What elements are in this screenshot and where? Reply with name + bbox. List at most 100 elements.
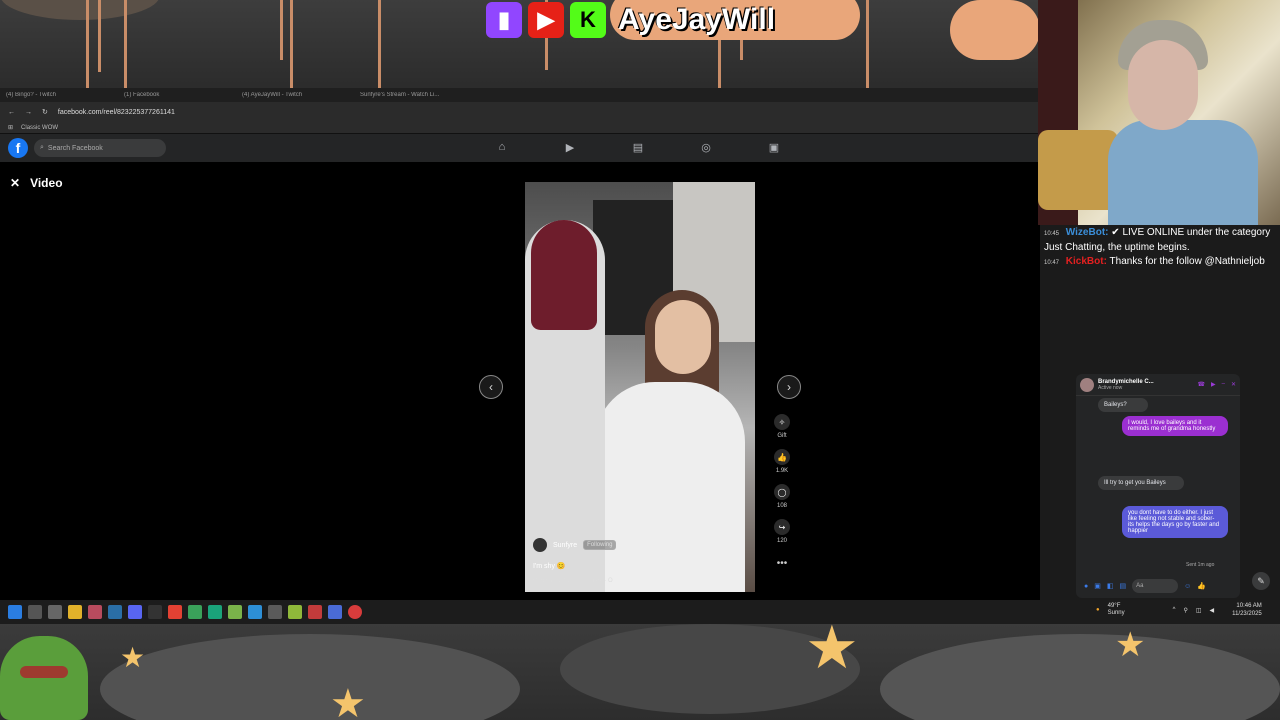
close-icon[interactable]: ✕ xyxy=(1231,381,1236,388)
volume-icon[interactable]: ◀ xyxy=(1210,607,1215,614)
overlay-drip xyxy=(124,0,127,88)
like-count: 1.9K xyxy=(775,468,789,474)
gaming-icon[interactable]: ▣ xyxy=(766,141,782,155)
file-explorer-icon[interactable] xyxy=(68,605,82,619)
mic-icon[interactable]: ● xyxy=(1084,583,1088,590)
back-icon[interactable]: ← xyxy=(8,109,15,116)
browser-tab[interactable]: Sunfyre's Stream - Watch Li... xyxy=(360,92,470,98)
app-icon[interactable] xyxy=(208,605,222,619)
minimize-icon[interactable]: – xyxy=(1222,381,1225,388)
chevron-up-icon[interactable]: ^ xyxy=(1173,607,1176,613)
home-icon[interactable]: ⌂ xyxy=(494,141,510,155)
emoji-icon[interactable]: ☺ xyxy=(1184,583,1191,590)
previous-reel-button[interactable]: ‹ xyxy=(479,375,503,399)
star-icon: ★ xyxy=(1115,626,1146,664)
new-message-button[interactable]: ✎ xyxy=(1252,572,1270,590)
compose-icon: ✎ xyxy=(1257,575,1265,586)
groups-icon[interactable]: ◎ xyxy=(698,141,714,155)
task-view-icon[interactable] xyxy=(48,605,62,619)
marketplace-icon[interactable]: ▤ xyxy=(630,141,646,155)
avatar[interactable] xyxy=(1080,377,1094,392)
messenger-header[interactable]: Brandymichelle C... Active now ☎ ▶ – ✕ xyxy=(1076,374,1240,396)
webcam-person xyxy=(1108,120,1258,225)
messenger-footer: ● ▣ ◧ ▤ Aa ☺ 👍 xyxy=(1076,574,1240,598)
search-icon: ⌕ xyxy=(40,144,44,151)
messenger-chat-window: Brandymichelle C... Active now ☎ ▶ – ✕ B… xyxy=(1076,374,1240,598)
stream-overlay-top: ▮ ▶ K AyeJayWill xyxy=(0,0,1040,95)
facebook-nav-icons: ⌂ ▶ ▤ ◎ ▣ xyxy=(494,141,782,155)
mic-icon[interactable]: ⚲ xyxy=(1183,607,1187,614)
app-icon[interactable] xyxy=(348,605,362,619)
comment-count: 108 xyxy=(776,503,787,509)
obs-icon[interactable] xyxy=(148,605,162,619)
stream-overlay-bottom: ★ ★ ★ ★ xyxy=(0,624,1280,720)
search-input[interactable]: ⌕ Search Facebook xyxy=(34,139,166,157)
overlay-cloud xyxy=(880,634,1280,720)
browser-tab[interactable]: (1) Facebook xyxy=(124,92,234,98)
chat-timestamp: 10:47 xyxy=(1044,260,1060,266)
bookmark-item[interactable]: Classic WOW xyxy=(21,125,58,131)
browser-window: (4) Bingo? - Twitch (1) Facebook (4) Aye… xyxy=(0,88,1040,600)
avatar[interactable] xyxy=(533,538,547,552)
app-icon[interactable] xyxy=(248,605,262,619)
video-icon[interactable]: ▶ xyxy=(562,141,578,155)
forward-icon[interactable]: → xyxy=(25,109,32,116)
gift-icon: ✧ xyxy=(774,414,790,430)
following-button[interactable]: Following xyxy=(583,540,617,550)
like-icon: 👍 xyxy=(774,449,790,465)
more-options-icon[interactable]: ••• xyxy=(777,558,788,569)
like-icon[interactable]: 👍 xyxy=(1197,582,1206,590)
chevron-left-icon: ‹ xyxy=(489,380,493,394)
gif-icon[interactable]: ▤ xyxy=(1119,582,1126,590)
app-icon[interactable] xyxy=(328,605,342,619)
app-icon[interactable] xyxy=(188,605,202,619)
next-reel-button[interactable]: › xyxy=(777,375,801,399)
gift-button[interactable]: ✧ Gift xyxy=(774,414,790,439)
address-bar: ← → ↻ facebook.com/reel/823225377261141 xyxy=(0,102,1040,122)
clock[interactable]: 10:46 AM 11/23/2025 xyxy=(1232,602,1262,618)
video-call-icon[interactable]: ▶ xyxy=(1211,381,1216,388)
video-person-hair xyxy=(531,220,597,330)
stream-chat: 10:45 WizeBot: ✔ LIVE ONLINE under the c… xyxy=(1040,226,1280,270)
star-icon: ★ xyxy=(805,624,859,681)
app-icon[interactable] xyxy=(268,605,282,619)
windows-taskbar: ● 49°F Sunny ^ ⚲ ◫ ◀ 10:46 AM 11/23/2025 xyxy=(0,600,1280,624)
share-button[interactable]: ↪ 120 xyxy=(774,519,790,544)
chat-message: 10:47 KickBot: Thanks for the follow @Na… xyxy=(1040,255,1280,270)
apps-icon[interactable]: ⊞ xyxy=(8,124,13,131)
app-icon[interactable] xyxy=(228,605,242,619)
steam-icon[interactable] xyxy=(108,605,122,619)
facebook-logo-icon[interactable]: f xyxy=(8,138,28,158)
weather-widget[interactable]: 49°F Sunny xyxy=(1108,603,1125,617)
discord-icon[interactable] xyxy=(128,605,142,619)
reel-video[interactable]: Sunfyre Following I'm shy 😊 Original aud… xyxy=(525,182,755,592)
url-input[interactable]: facebook.com/reel/823225377261141 xyxy=(57,108,175,116)
message-input[interactable]: Aa xyxy=(1132,579,1179,593)
star-icon: ★ xyxy=(330,682,366,720)
sticker-icon[interactable]: ◧ xyxy=(1107,582,1114,590)
app-icon[interactable] xyxy=(88,605,102,619)
image-icon[interactable]: ▣ xyxy=(1094,582,1101,590)
weather-icon[interactable]: ● xyxy=(1096,607,1100,613)
app-icon[interactable] xyxy=(308,605,322,619)
network-icon[interactable]: ◫ xyxy=(1196,607,1202,614)
app-icon[interactable] xyxy=(288,605,302,619)
browser-tab[interactable]: (4) AyeJayWill - Twitch xyxy=(242,92,352,98)
bookmarks-bar: ⊞ Classic WOW xyxy=(0,122,1040,134)
comment-button[interactable]: ◯ 108 xyxy=(774,484,790,509)
chrome-icon[interactable] xyxy=(168,605,182,619)
weather-desc: Sunny xyxy=(1107,610,1125,616)
twitch-icon: ▮ xyxy=(486,2,522,38)
author-name[interactable]: Sunfyre xyxy=(553,542,577,549)
start-icon[interactable] xyxy=(8,605,22,619)
reel-audio[interactable]: Original audio Sunfyre · O xyxy=(533,578,616,584)
youtube-icon: ▶ xyxy=(528,2,564,38)
browser-tab[interactable]: (4) Bingo? - Twitch xyxy=(6,92,116,98)
reload-icon[interactable]: ↻ xyxy=(42,108,48,116)
like-button[interactable]: 👍 1.9K xyxy=(774,449,790,474)
reel-caption-text: I'm shy 😊 xyxy=(533,563,566,570)
phone-icon[interactable]: ☎ xyxy=(1198,381,1205,388)
search-icon[interactable] xyxy=(28,605,42,619)
webcam-background xyxy=(1038,130,1118,210)
close-icon[interactable]: ✕ xyxy=(10,176,20,190)
